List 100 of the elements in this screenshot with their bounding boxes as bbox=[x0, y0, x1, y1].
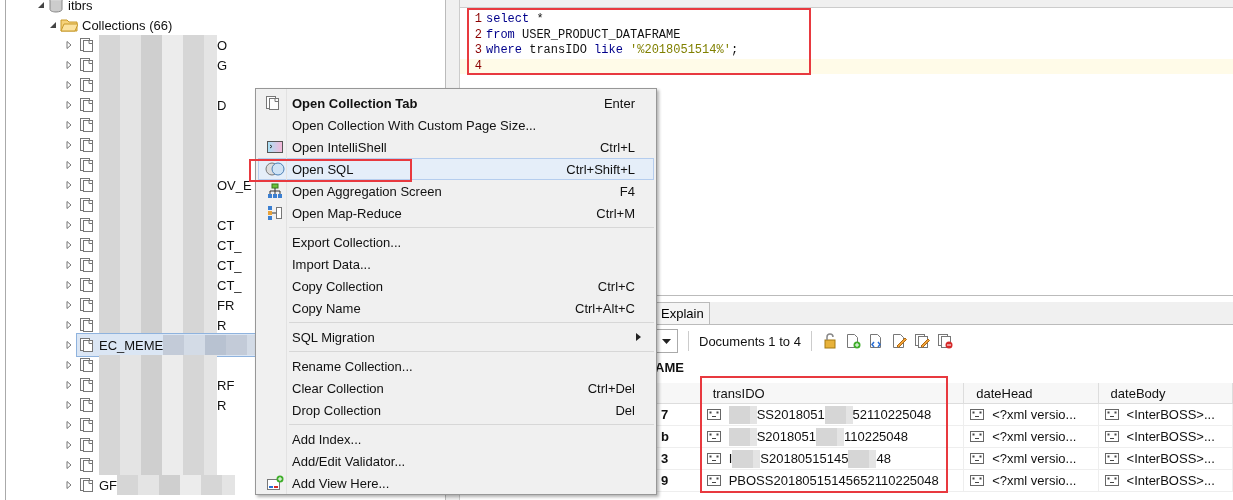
redaction-mosaic bbox=[732, 449, 761, 468]
submenu-arrow-icon bbox=[636, 333, 641, 341]
table-cell: <?xml versio... bbox=[970, 473, 1092, 488]
table-cell: <InterBOSS>... bbox=[1104, 429, 1226, 444]
document-stack-icon bbox=[79, 177, 95, 193]
add-view-icon bbox=[265, 475, 284, 491]
documents-count: Documents 1 to 4 bbox=[699, 333, 801, 349]
overlap-circles-icon bbox=[264, 162, 285, 176]
document-stack-icon bbox=[79, 477, 95, 493]
collection-title: AME bbox=[655, 360, 684, 375]
document-stack-icon bbox=[79, 317, 95, 333]
document-stack-icon bbox=[79, 457, 95, 473]
redaction-mosaic bbox=[728, 405, 757, 424]
caret-icon bbox=[661, 338, 671, 344]
item-label: CT_ bbox=[217, 257, 242, 273]
field-icon bbox=[706, 431, 721, 442]
map-reduce-icon bbox=[266, 205, 283, 221]
folder-icon bbox=[60, 17, 78, 33]
menu-item[interactable]: Copy Collection Ctrl+C bbox=[258, 275, 654, 297]
item-label: O bbox=[217, 37, 228, 53]
edit-documents-icon[interactable] bbox=[913, 332, 931, 350]
documents-icon bbox=[264, 95, 281, 111]
menu-item[interactable]: Export Collection... bbox=[258, 231, 654, 253]
collapse-arrow-icon[interactable] bbox=[36, 0, 46, 10]
document-stack-icon bbox=[79, 77, 95, 93]
table-cell: <?xml versio... bbox=[970, 451, 1092, 466]
hierarchy-icon bbox=[266, 183, 283, 199]
collection-item[interactable]: D bbox=[76, 93, 230, 117]
menu-item[interactable]: Copy Name Ctrl+Alt+C bbox=[258, 297, 654, 319]
item-label: GF bbox=[99, 477, 118, 493]
item-label: G bbox=[217, 57, 228, 73]
tab[interactable]: Explain bbox=[655, 302, 710, 324]
collection-item[interactable]: GF bbox=[76, 473, 239, 497]
document-stack-icon bbox=[79, 417, 95, 433]
table-cell: I S20180515145 48 bbox=[706, 449, 958, 468]
menu-item[interactable]: Drop Collection Del bbox=[258, 399, 654, 421]
column-header[interactable]: dateBody bbox=[1098, 383, 1233, 404]
document-stack-icon bbox=[79, 297, 95, 313]
menu-item[interactable]: Open Collection With Custom Page Size... bbox=[258, 114, 654, 136]
menu-item[interactable]: Open Collection Tab Enter bbox=[258, 92, 654, 114]
menu-item[interactable]: Clear Collection Ctrl+Del bbox=[258, 377, 654, 399]
document-stack-icon bbox=[79, 277, 95, 293]
item-label: OV_E bbox=[217, 177, 252, 193]
menu-item[interactable]: Open IntelliShell Ctrl+L bbox=[258, 136, 654, 158]
line-number: 4 bbox=[473, 58, 483, 74]
item-label: FR bbox=[217, 297, 235, 313]
folder-name[interactable]: Collections (66) bbox=[82, 17, 173, 33]
document-stack-icon bbox=[79, 197, 95, 213]
field-icon bbox=[706, 475, 721, 486]
item-label: EC_MEME bbox=[99, 337, 164, 353]
document-stack-icon bbox=[79, 377, 95, 393]
item-label: R bbox=[217, 397, 227, 413]
document-stack-icon bbox=[79, 157, 95, 173]
field-icon bbox=[970, 409, 985, 420]
column-header[interactable]: dateHead bbox=[963, 383, 1099, 404]
redaction-mosaic bbox=[815, 427, 844, 446]
menu-item[interactable]: Rename Collection... bbox=[258, 355, 654, 377]
document-stack-icon bbox=[79, 137, 95, 153]
document-stack-icon bbox=[79, 237, 95, 253]
field-icon bbox=[1104, 409, 1119, 420]
database-name[interactable]: itbrs bbox=[68, 0, 93, 13]
table-cell: SS2018051 52110225048 bbox=[706, 405, 958, 424]
document-stack-icon bbox=[79, 397, 95, 413]
redaction-mosaic bbox=[824, 405, 853, 424]
document-stack-icon bbox=[79, 217, 95, 233]
column-header[interactable]: transIDO bbox=[700, 383, 964, 404]
item-label: R bbox=[217, 317, 227, 333]
field-icon bbox=[706, 453, 721, 464]
table-cell: S2018051 110225048 bbox=[706, 427, 958, 446]
add-document-icon[interactable] bbox=[844, 332, 862, 350]
line-number: 2 bbox=[473, 27, 483, 43]
redaction-mosaic bbox=[728, 427, 757, 446]
table-cell: <?xml versio... bbox=[970, 429, 1092, 444]
item-label: D bbox=[217, 97, 227, 113]
menu-item[interactable]: Add Index... bbox=[258, 428, 654, 450]
edit-document-icon[interactable] bbox=[890, 332, 908, 350]
menu-item[interactable]: Open Map-Reduce Ctrl+M bbox=[258, 202, 654, 224]
line-number: 1 bbox=[473, 12, 483, 28]
padlock-icon[interactable] bbox=[821, 332, 839, 350]
menu-item[interactable]: Open SQL Ctrl+Shift+L bbox=[258, 158, 654, 180]
collection-item[interactable]: OV_E bbox=[76, 173, 255, 197]
redaction-mosaic bbox=[848, 449, 877, 468]
table-cell: <InterBOSS>... bbox=[1104, 407, 1226, 422]
delete-documents-icon[interactable] bbox=[936, 332, 954, 350]
document-stack-icon bbox=[79, 257, 95, 273]
document-stack-icon bbox=[79, 357, 95, 373]
collapse-arrow-icon[interactable] bbox=[48, 20, 58, 30]
item-label: CT_ bbox=[217, 277, 242, 293]
menu-item[interactable]: Add/Edit Validator... bbox=[258, 450, 654, 472]
menu-item[interactable]: Add View Here... bbox=[258, 472, 654, 494]
dropdown-button[interactable] bbox=[655, 329, 678, 353]
field-icon bbox=[970, 431, 985, 442]
document-stack-icon bbox=[79, 57, 95, 73]
document-stack-icon bbox=[79, 97, 95, 113]
menu-item[interactable]: Open Aggregation Screen F4 bbox=[258, 180, 654, 202]
menu-item[interactable]: Import Data... bbox=[258, 253, 654, 275]
item-label: RF bbox=[217, 377, 235, 393]
field-icon bbox=[706, 409, 721, 420]
line-number: 3 bbox=[473, 43, 483, 59]
code-line: from USER_PRODUCT_DATAFRAME bbox=[486, 27, 681, 43]
